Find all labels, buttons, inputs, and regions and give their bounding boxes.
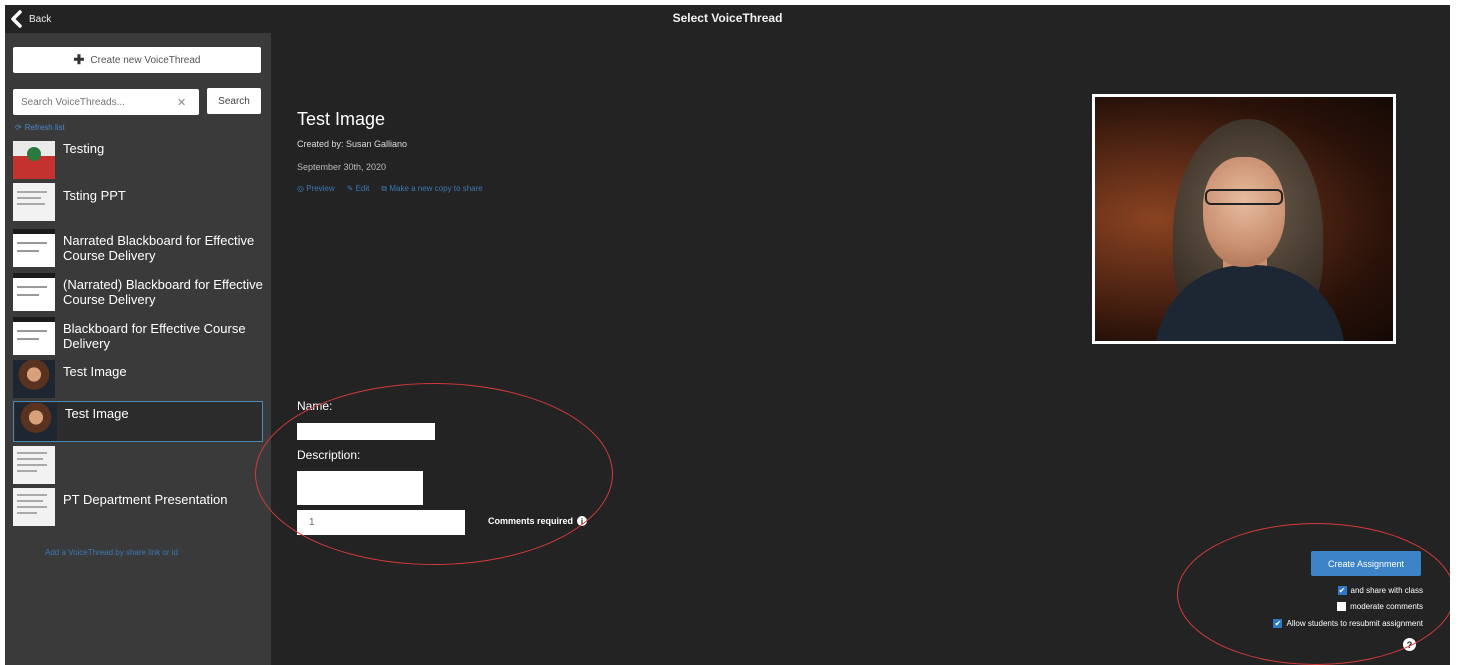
voicethread-item[interactable]	[13, 446, 263, 484]
created-date: September 30th, 2020	[297, 162, 387, 172]
voicethread-actions: ◎ Preview ✎ Edit ⧉ Make a new copy to sh…	[297, 184, 483, 194]
refresh-icon: ⟳	[15, 123, 22, 132]
voicethread-item-label: (Narrated) Blackboard for Effective Cour…	[63, 277, 263, 307]
comments-required-field[interactable]	[297, 510, 465, 535]
voicethread-item-label: Test Image	[63, 364, 127, 379]
search-input[interactable]	[13, 90, 173, 114]
thumbnail-image	[13, 141, 55, 179]
allow-resubmit-checkbox[interactable]: ✔	[1273, 619, 1283, 628]
description-label: Description:	[297, 448, 361, 462]
voicethread-item[interactable]: PT Department Presentation	[13, 488, 263, 526]
voicethread-item-label: Test Image	[65, 406, 129, 421]
voicethread-item[interactable]: Narrated Blackboard for Effective Course…	[13, 229, 263, 267]
voicethread-item[interactable]: Blackboard for Effective Course Delivery	[13, 317, 263, 355]
voicethread-item-selected[interactable]: Test Image	[13, 401, 263, 442]
share-with-class-checkbox[interactable]: ✔	[1337, 586, 1347, 595]
voicethread-app: Back Select VoiceThread ✚ Create new Voi…	[5, 5, 1450, 665]
share-with-class-option[interactable]: ✔ and share with class	[1337, 586, 1423, 595]
thumbnail-image	[13, 229, 55, 267]
share-with-class-label: and share with class	[1350, 586, 1423, 595]
moderate-comments-label: moderate comments	[1350, 602, 1423, 611]
allow-resubmit-option[interactable]: ✔ Allow students to resubmit assignment	[1273, 619, 1423, 628]
plus-icon: ✚	[73, 52, 85, 67]
create-voicethread-label: Create new VoiceThread	[90, 54, 201, 66]
help-icon[interactable]: ?	[1403, 638, 1416, 651]
voicethread-item-label: PT Department Presentation	[63, 492, 228, 507]
name-label: Name:	[297, 399, 333, 413]
thumbnail-image	[15, 403, 57, 441]
voicethread-preview-image	[1092, 94, 1396, 344]
voicethread-item-label: Testing	[63, 141, 105, 156]
voicethread-item-label: Narrated Blackboard for Effective Course…	[63, 233, 255, 263]
add-voicethread-link[interactable]: Add a VoiceThread by share link or id	[45, 548, 178, 557]
comments-required-label: Comments required i	[488, 516, 588, 526]
thumbnail-image	[13, 488, 55, 526]
voicethread-item[interactable]: Test Image	[13, 360, 263, 398]
thumbnail-image	[13, 446, 55, 484]
voicethread-title: Test Image	[297, 109, 386, 129]
preview-link[interactable]: ◎ Preview	[297, 184, 335, 194]
info-icon[interactable]: i	[577, 516, 588, 526]
name-field[interactable]	[297, 423, 435, 440]
search-field: ✕	[13, 89, 199, 115]
voicethread-item[interactable]: Tsting PPT	[13, 183, 263, 221]
voicethread-item[interactable]: Testing	[13, 141, 263, 179]
copy-link[interactable]: ⧉ Make a new copy to share	[381, 184, 482, 194]
created-by: Created by: Susan Galliano	[297, 139, 408, 149]
description-field[interactable]	[297, 471, 423, 505]
edit-link[interactable]: ✎ Edit	[347, 184, 370, 194]
page-title: Select VoiceThread	[672, 11, 783, 25]
voicethread-item[interactable]: (Narrated) Blackboard for Effective Cour…	[13, 273, 263, 311]
clear-icon[interactable]: ✕	[177, 96, 186, 109]
voicethread-item-label: Blackboard for Effective Course Delivery	[63, 321, 246, 351]
thumbnail-image	[13, 183, 55, 221]
comments-required-text: Comments required	[488, 516, 574, 526]
refresh-link[interactable]: ⟳ Refresh list	[15, 123, 65, 132]
voicethread-item-label: Tsting PPT	[63, 188, 126, 203]
create-voicethread-button[interactable]: ✚ Create new VoiceThread	[13, 47, 261, 73]
allow-resubmit-label: Allow students to resubmit assignment	[1286, 619, 1423, 628]
create-assignment-button[interactable]: Create Assignment	[1311, 551, 1421, 576]
thumbnail-image	[13, 360, 55, 398]
voicethread-sidebar: ✚ Create new VoiceThread ✕ Search ⟳ Refr…	[5, 33, 271, 665]
moderate-comments-checkbox[interactable]	[1337, 602, 1347, 611]
search-button[interactable]: Search	[207, 88, 261, 114]
thumbnail-image	[13, 317, 55, 355]
refresh-label: Refresh list	[24, 123, 65, 132]
moderate-comments-option[interactable]: moderate comments	[1337, 602, 1423, 611]
thumbnail-image	[13, 273, 55, 311]
